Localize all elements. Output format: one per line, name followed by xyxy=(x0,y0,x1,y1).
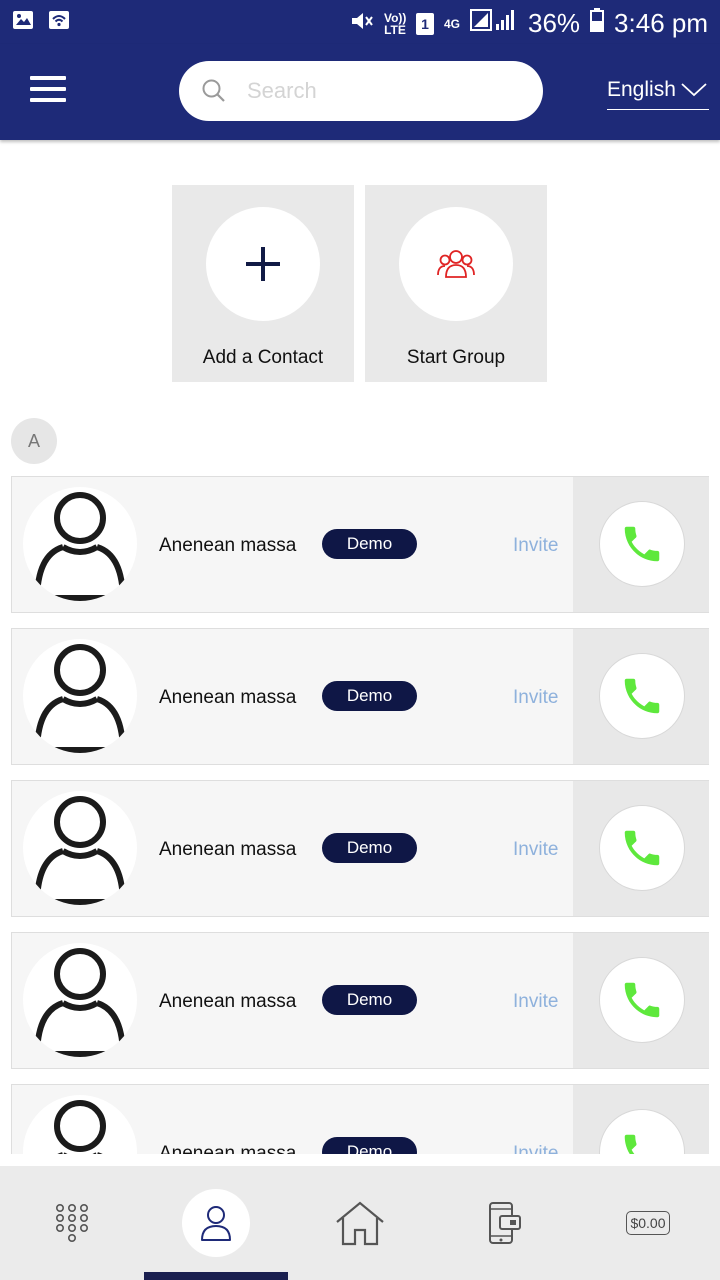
user-avatar-icon xyxy=(34,796,126,905)
wallet-icon xyxy=(489,1202,521,1244)
contacts-icon xyxy=(201,1206,231,1241)
app-header: English xyxy=(0,44,720,140)
language-select[interactable]: English xyxy=(607,74,709,110)
nav-home[interactable] xyxy=(288,1166,432,1280)
avatar xyxy=(23,487,137,601)
group-icon xyxy=(437,250,475,278)
add-contact-circle xyxy=(206,207,320,321)
dialpad-icon xyxy=(55,1203,88,1242)
menu-icon-bar xyxy=(30,76,66,80)
user-avatar-icon xyxy=(34,492,126,601)
demo-badge: Demo xyxy=(322,985,417,1015)
user-avatar-icon xyxy=(34,644,126,753)
contact-row[interactable]: Anenean massa Demo Invite xyxy=(11,780,709,917)
invite-link[interactable]: Invite xyxy=(513,687,558,709)
menu-icon-bar xyxy=(30,87,66,91)
language-label: English xyxy=(607,78,676,101)
volte-label: Vo)) LTE xyxy=(383,10,407,37)
demo-badge: Demo xyxy=(322,681,417,711)
search-box[interactable] xyxy=(179,61,543,121)
balance-amount: $0.00 xyxy=(626,1211,670,1235)
demo-badge: Demo xyxy=(322,529,417,559)
avatar xyxy=(23,943,137,1057)
user-avatar-icon xyxy=(54,1100,106,1154)
nav-contacts-bubble xyxy=(182,1189,250,1257)
call-button[interactable] xyxy=(599,501,685,587)
phone-icon xyxy=(624,830,660,866)
call-area xyxy=(573,781,709,916)
clock: 3:46 pm xyxy=(614,8,708,38)
bottom-nav: $0.00 xyxy=(0,1166,720,1280)
avatar xyxy=(23,1095,137,1154)
add-contact-button[interactable]: Add a Contact xyxy=(172,185,354,382)
call-area xyxy=(573,477,709,612)
gallery-notification-icon xyxy=(12,10,34,35)
contact-row[interactable]: Anenean massa Demo Invite xyxy=(11,476,709,613)
call-button[interactable] xyxy=(599,957,685,1043)
phone-icon xyxy=(624,982,660,1018)
invite-link[interactable]: Invite xyxy=(513,839,558,861)
status-bar: Vo)) LTE 1 4G 36% 3:46 pm xyxy=(0,0,720,44)
search-icon xyxy=(202,79,225,102)
start-group-button[interactable]: Start Group xyxy=(365,185,547,382)
network-type-label: 4G xyxy=(443,16,460,31)
contact-name: Anenean massa xyxy=(159,1143,297,1154)
contact-name: Anenean massa xyxy=(159,839,297,860)
user-avatar-icon xyxy=(34,948,126,1057)
signal-icon xyxy=(470,8,518,39)
contact-name: Anenean massa xyxy=(159,991,297,1012)
menu-icon-bar xyxy=(30,98,66,102)
invite-link[interactable]: Invite xyxy=(513,1143,558,1154)
contact-list[interactable]: Anenean massa Demo Invite Anenean massa … xyxy=(0,476,720,1154)
contact-row[interactable]: Anenean massa Demo Invite xyxy=(11,932,709,1069)
chevron-down-icon xyxy=(681,83,707,97)
search-input[interactable] xyxy=(247,71,517,111)
contact-row[interactable]: Anenean massa Demo Invite xyxy=(11,628,709,765)
nav-contacts[interactable] xyxy=(144,1166,288,1280)
avatar xyxy=(23,639,137,753)
start-group-circle xyxy=(399,207,513,321)
sim-icon: 1 xyxy=(415,12,434,35)
avatar xyxy=(23,791,137,905)
menu-button[interactable] xyxy=(30,76,66,104)
start-group-label: Start Group xyxy=(406,347,506,368)
demo-badge: Demo xyxy=(322,833,417,863)
call-button[interactable] xyxy=(599,653,685,739)
wifi-notification-icon xyxy=(48,10,70,35)
active-tab-indicator xyxy=(144,1272,288,1280)
battery-percent: 36% xyxy=(528,8,581,38)
nav-dialpad[interactable] xyxy=(0,1166,144,1280)
nav-balance[interactable]: $0.00 xyxy=(576,1166,720,1280)
call-button[interactable] xyxy=(599,805,685,891)
invite-link[interactable]: Invite xyxy=(513,991,558,1013)
contact-row[interactable]: Anenean massa Demo Invite xyxy=(11,1084,709,1154)
contact-name: Anenean massa xyxy=(159,535,297,556)
nav-wallet[interactable] xyxy=(432,1166,576,1280)
section-letter: A xyxy=(11,418,57,464)
call-area xyxy=(573,933,709,1068)
call-button[interactable] xyxy=(599,1109,685,1154)
battery-icon xyxy=(590,8,605,39)
phone-icon xyxy=(624,526,660,562)
call-area xyxy=(573,629,709,764)
home-icon xyxy=(336,1201,384,1246)
phone-icon xyxy=(624,678,660,714)
add-contact-label: Add a Contact xyxy=(202,347,324,368)
plus-icon xyxy=(246,247,280,281)
mute-icon xyxy=(350,8,374,39)
invite-link[interactable]: Invite xyxy=(513,535,558,557)
demo-badge: Demo xyxy=(322,1137,417,1154)
phone-icon xyxy=(624,1134,637,1154)
contact-name: Anenean massa xyxy=(159,687,297,708)
call-area xyxy=(573,1085,709,1154)
